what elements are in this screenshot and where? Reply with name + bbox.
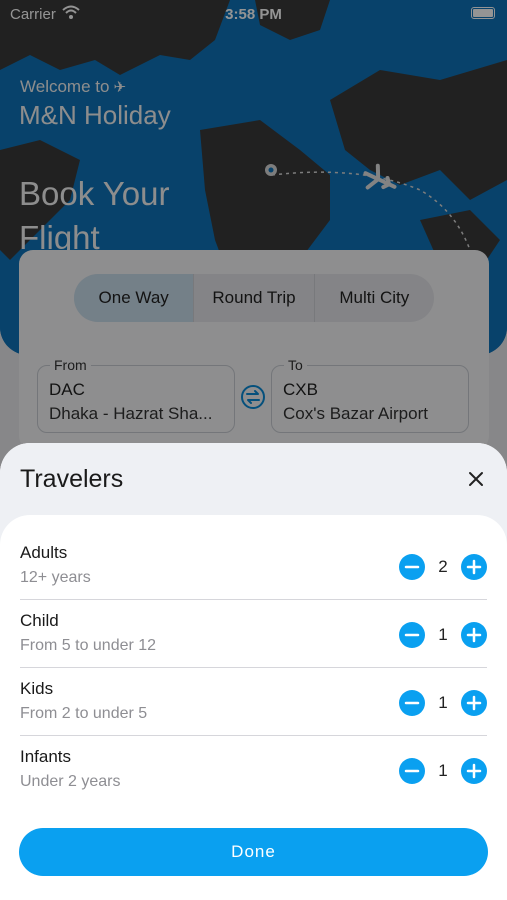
- plus-icon: [466, 695, 482, 711]
- count-value: 2: [438, 557, 448, 576]
- increment-button[interactable]: [461, 758, 487, 784]
- close-icon: [469, 472, 483, 486]
- decrement-button[interactable]: [399, 554, 425, 580]
- close-button[interactable]: [462, 465, 490, 493]
- kids-stepper: 1: [399, 690, 487, 716]
- infants-stepper: 1: [399, 758, 487, 784]
- count-value: 1: [438, 625, 448, 644]
- traveler-type-label: Adults: [20, 543, 68, 562]
- plus-icon: [466, 627, 482, 643]
- increment-button[interactable]: [461, 554, 487, 580]
- minus-icon: [404, 701, 420, 705]
- traveler-row-child: Child From 5 to under 12 1: [20, 593, 487, 668]
- minus-icon: [404, 633, 420, 637]
- traveler-type-label: Infants: [20, 747, 72, 766]
- plus-icon: [466, 559, 482, 575]
- count-value: 1: [438, 693, 448, 712]
- traveler-row-infants: Infants Under 2 years 1: [20, 729, 487, 797]
- decrement-button[interactable]: [399, 690, 425, 716]
- decrement-button[interactable]: [399, 758, 425, 784]
- traveler-age-label: 12+ years: [20, 569, 91, 586]
- minus-icon: [404, 769, 420, 773]
- minus-icon: [404, 565, 420, 569]
- adults-stepper: 2: [399, 554, 487, 580]
- plus-icon: [466, 763, 482, 779]
- count-value: 1: [438, 761, 448, 780]
- child-stepper: 1: [399, 622, 487, 648]
- traveler-age-label: From 2 to under 5: [20, 705, 148, 722]
- increment-button[interactable]: [461, 622, 487, 648]
- traveler-age-label: Under 2 years: [20, 773, 121, 790]
- traveler-row-kids: Kids From 2 to under 5 1: [20, 661, 487, 736]
- increment-button[interactable]: [461, 690, 487, 716]
- done-button[interactable]: Done: [19, 828, 488, 876]
- traveler-type-label: Kids: [20, 679, 54, 698]
- traveler-age-label: From 5 to under 12: [20, 637, 157, 654]
- decrement-button[interactable]: [399, 622, 425, 648]
- traveler-type-label: Child: [20, 611, 59, 630]
- sheet-title: Travelers: [20, 465, 124, 493]
- travelers-sheet: Travelers Adults 12+ years 2 Child From …: [0, 443, 507, 900]
- traveler-row-adults: Adults 12+ years 2: [20, 525, 487, 600]
